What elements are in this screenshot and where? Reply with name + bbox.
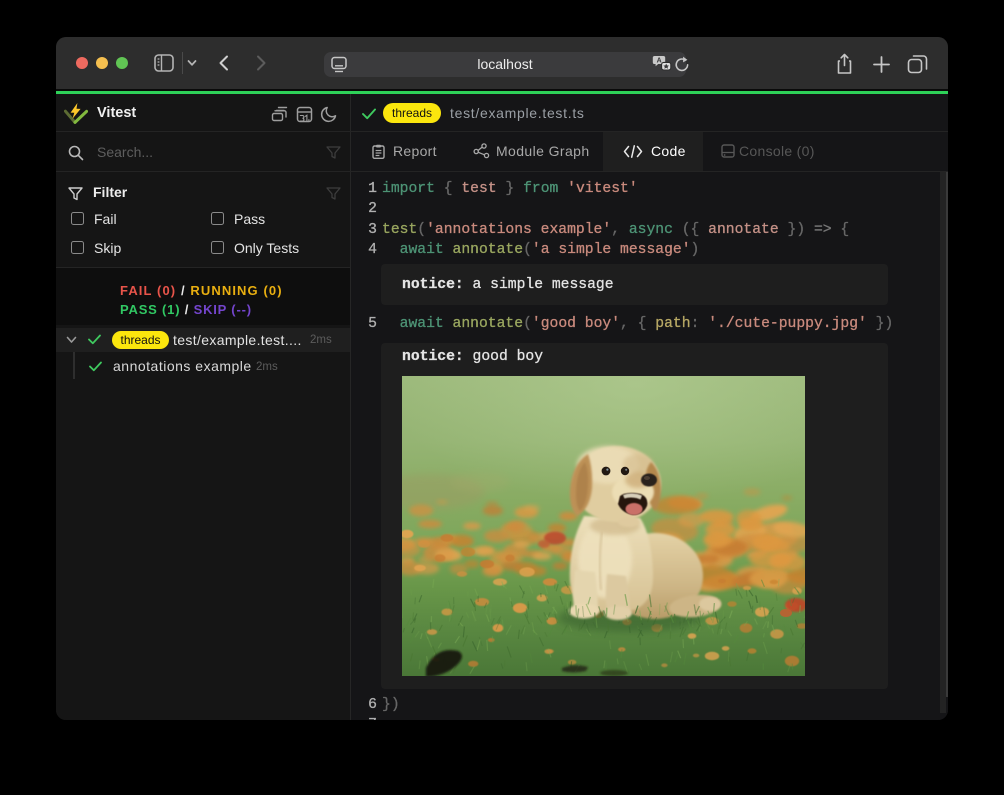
svg-text:A: A [657,58,662,65]
